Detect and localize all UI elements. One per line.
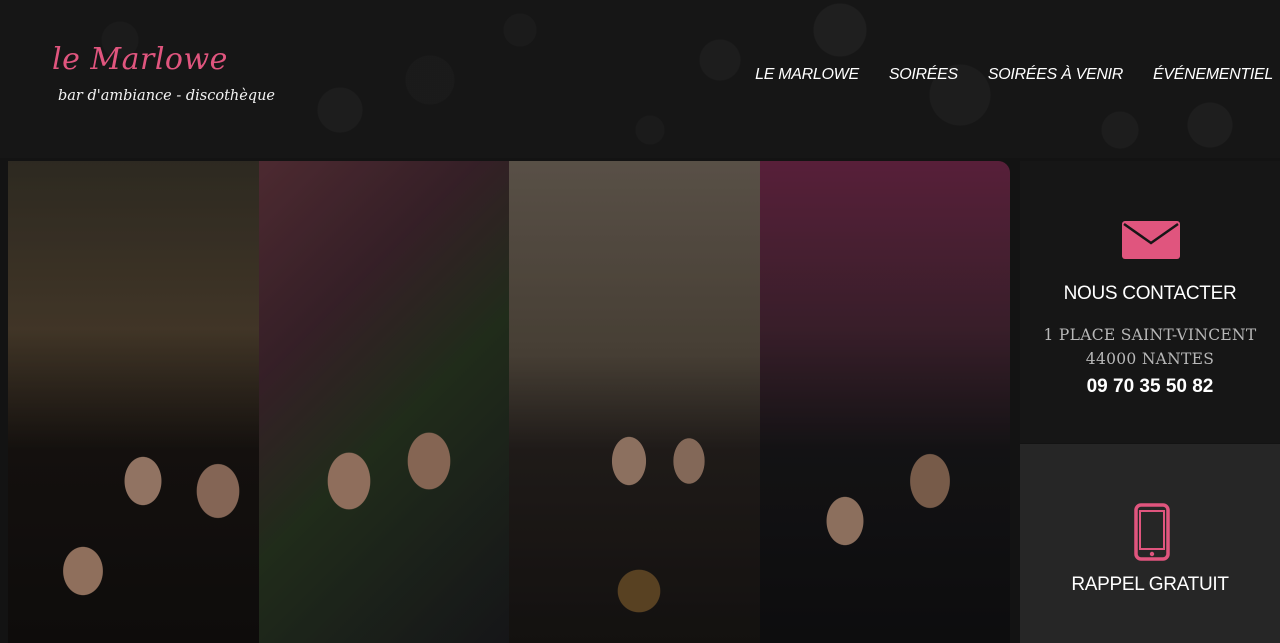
main-nav: LE MARLOWE SOIRÉES SOIRÉES À VENIR ÉVÉNE… [755, 66, 1273, 84]
callback-panel[interactable]: RAPPEL GRATUIT [1020, 444, 1280, 643]
phone-number[interactable]: 09 70 35 50 82 [1020, 376, 1280, 398]
site-logo[interactable]: le Marlowe bar d'ambiance - discothèque [52, 42, 282, 114]
nav-le-marlowe[interactable]: LE MARLOWE [755, 66, 859, 84]
contact-panel[interactable]: NOUS CONTACTER 1 PLACE SAINT-VINCENT 440… [1020, 161, 1280, 443]
party-photo-4 [759, 161, 1010, 643]
envelope-icon [1122, 221, 1180, 259]
party-photo-1 [8, 161, 259, 643]
nav-soirees[interactable]: SOIRÉES [889, 66, 958, 84]
address-line-2: 44000 NANTES [1085, 350, 1215, 368]
site-header: le Marlowe bar d'ambiance - discothèque … [0, 0, 1280, 158]
party-photo-2 [258, 161, 509, 643]
address-line-1: 1 PLACE SAINT-VINCENT [1043, 326, 1257, 344]
party-photo-3 [509, 161, 760, 643]
mobile-phone-icon [1134, 503, 1170, 561]
photo-strip [8, 161, 1010, 643]
callback-title: RAPPEL GRATUIT [1071, 574, 1229, 595]
contact-title: NOUS CONTACTER [1063, 283, 1237, 304]
logo-subtitle: bar d'ambiance - discothèque [58, 88, 276, 104]
nav-evenementiel[interactable]: ÉVÉNEMENTIEL [1153, 66, 1273, 84]
logo-title: le Marlowe [52, 42, 228, 77]
nav-soirees-a-venir[interactable]: SOIRÉES À VENIR [988, 66, 1123, 84]
